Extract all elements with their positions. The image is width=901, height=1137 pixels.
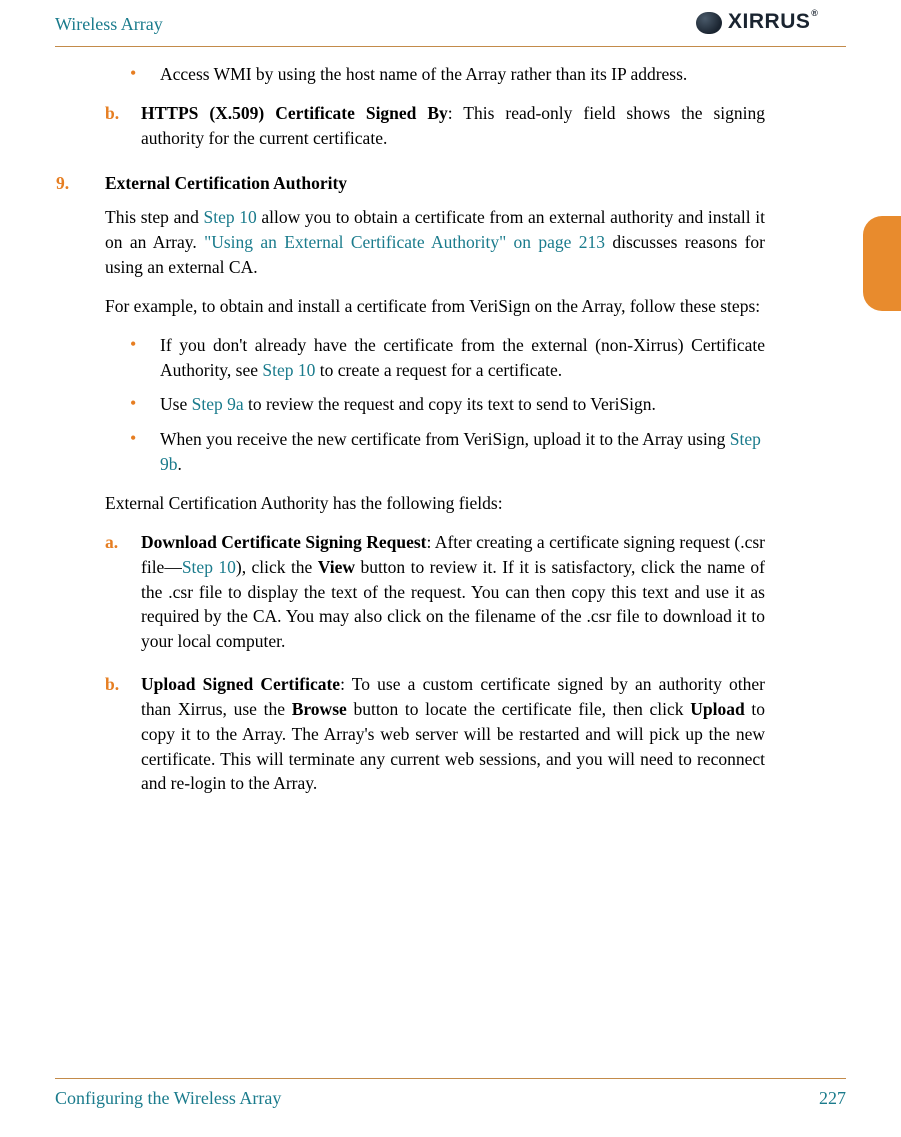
step-10-link[interactable]: Step 10 xyxy=(182,557,236,577)
bullet-text: Access WMI by using the host name of the… xyxy=(160,62,765,87)
bullet-icon: • xyxy=(130,333,160,383)
list-item-b: b. HTTPS (X.509) Certificate Signed By: … xyxy=(105,101,765,151)
page-number: 227 xyxy=(819,1088,846,1109)
bullet-icon: • xyxy=(130,392,160,417)
list-item-a: a. Download Certificate Signing Request:… xyxy=(105,530,765,654)
bullet-text: When you receive the new certificate fro… xyxy=(160,427,765,477)
letter-b2-mark: b. xyxy=(105,672,141,796)
step-10-link[interactable]: Step 10 xyxy=(262,360,315,380)
footer-rule xyxy=(55,1078,846,1079)
step-10-link[interactable]: Step 10 xyxy=(203,207,256,227)
list-item: • When you receive the new certificate f… xyxy=(130,427,765,477)
letter-b2-text: Upload Signed Certificate: To use a cust… xyxy=(141,672,765,796)
list-item: • Access WMI by using the host name of t… xyxy=(130,62,765,87)
bullet-icon: • xyxy=(130,62,160,87)
step-9a-link[interactable]: Step 9a xyxy=(192,394,244,414)
bullet-text: If you don't already have the certificat… xyxy=(160,333,765,383)
letter-a-mark: a. xyxy=(105,530,141,654)
logo-text: XIRRUS® xyxy=(728,10,810,34)
page-thumb-tab xyxy=(863,216,901,311)
bullet-text: Use Step 9a to review the request and co… xyxy=(160,392,765,417)
footer-section-title: Configuring the Wireless Array xyxy=(55,1088,281,1109)
letter-a-text: Download Certificate Signing Request: Af… xyxy=(141,530,765,654)
header-title: Wireless Array xyxy=(55,14,163,35)
letter-b-text: HTTPS (X.509) Certificate Signed By: Thi… xyxy=(141,101,765,151)
section-9-title: External Certification Authority xyxy=(105,171,765,196)
page-content: • Access WMI by using the host name of t… xyxy=(105,62,765,814)
page-footer: Configuring the Wireless Array 227 xyxy=(55,1088,846,1109)
brand-logo: XIRRUS® xyxy=(696,10,846,38)
letter-b-mark: b. xyxy=(105,101,141,151)
bullet-icon: • xyxy=(130,427,160,477)
list-item: • Use Step 9a to review the request and … xyxy=(130,392,765,417)
external-ca-link[interactable]: "Using an External Certificate Authority… xyxy=(204,232,605,252)
section-9-para3: External Certification Authority has the… xyxy=(105,491,765,516)
section-9-heading: 9. External Certification Authority xyxy=(56,171,765,196)
logo-bubble-icon xyxy=(696,12,722,34)
page-header: Wireless Array XIRRUS® xyxy=(55,10,846,46)
list-item-b2: b. Upload Signed Certificate: To use a c… xyxy=(105,672,765,796)
header-rule xyxy=(55,46,846,47)
number-9-mark: 9. xyxy=(56,171,105,196)
section-9-para2: For example, to obtain and install a cer… xyxy=(105,294,765,319)
list-item: • If you don't already have the certific… xyxy=(130,333,765,383)
section-9-para1: This step and Step 10 allow you to obtai… xyxy=(105,205,765,280)
